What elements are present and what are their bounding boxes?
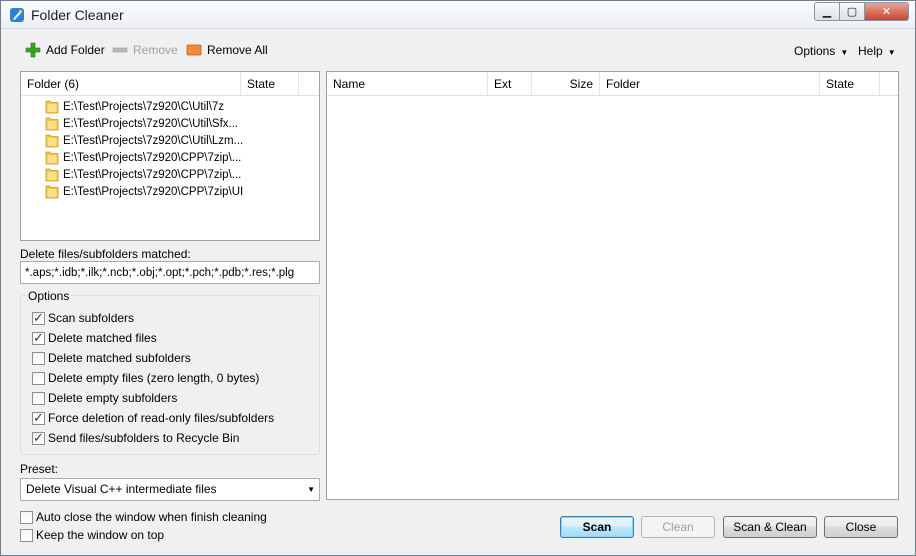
plus-icon	[25, 42, 41, 58]
minimize-icon: ▁	[822, 6, 832, 18]
option-label: Force deletion of read-only files/subfol…	[48, 411, 275, 425]
minimize-button[interactable]: ▁	[814, 2, 840, 21]
folder-item[interactable]: E:\Test\Projects\7z920\CPP\7zip\...	[45, 149, 241, 166]
folder-item[interactable]: E:\Test\Projects\7z920\C\Util\Lzm...	[45, 132, 243, 149]
checkbox[interactable]	[32, 330, 45, 346]
maximize-button[interactable]: ▢	[840, 2, 865, 21]
checkbox[interactable]	[32, 371, 45, 385]
option-label: Send files/subfolders to Recycle Bin	[48, 431, 240, 445]
option-delete-matched-files[interactable]: Delete matched files	[32, 330, 157, 346]
column-state[interactable]: State	[820, 72, 880, 96]
column-folder[interactable]: Folder (6)	[21, 72, 241, 96]
add-folder-label: Add Folder	[46, 43, 105, 57]
scan-button[interactable]: Scan	[560, 516, 634, 538]
option-label: Delete empty subfolders	[48, 391, 178, 405]
checkbox[interactable]	[32, 391, 45, 405]
chevron-down-icon: ▼	[840, 48, 849, 57]
checkbox[interactable]	[32, 310, 45, 326]
option-label: Delete matched subfolders	[48, 351, 191, 365]
folder-icon	[45, 133, 59, 148]
folder-list-header: Folder (6) State	[21, 72, 319, 96]
folder-icon	[45, 184, 59, 199]
checkbox[interactable]	[20, 528, 33, 542]
options-group-title: Options	[26, 289, 72, 303]
broom-icon	[9, 7, 25, 23]
remove-all-label: Remove All	[207, 43, 268, 57]
results-list[interactable]: Name Ext Size Folder State	[326, 71, 899, 500]
folder-item[interactable]: E:\Test\Projects\7z920\CPP\7zip\...	[45, 166, 241, 183]
window-title: Folder Cleaner	[31, 7, 124, 23]
folder-icon	[45, 150, 59, 165]
checkbox[interactable]	[20, 510, 33, 524]
option-label: Delete matched files	[48, 331, 157, 345]
chevron-down-icon: ▼	[887, 48, 896, 57]
remove-all-icon	[186, 42, 202, 58]
toolbar: Add Folder Remove Remove All Options ▼ He…	[1, 29, 915, 69]
option-delete-matched-subfolders[interactable]: Delete matched subfolders	[32, 351, 191, 365]
keep-on-top-label: Keep the window on top	[36, 528, 165, 542]
close-icon: ✕	[881, 6, 892, 18]
close-button[interactable]: Close	[824, 516, 898, 538]
column-state[interactable]: State	[241, 72, 299, 96]
folder-path: E:\Test\Projects\7z920\CPP\7zip\...	[63, 151, 242, 164]
auto-close-label: Auto close the window when finish cleani…	[36, 510, 267, 524]
remove-all-button[interactable]: Remove All	[186, 42, 268, 58]
preset-value: Delete Visual C++ intermediate files	[26, 482, 217, 496]
folder-path: E:\Test\Projects\7z920\CPP\7zip\...	[63, 168, 242, 181]
filter-label: Delete files/subfolders matched:	[20, 247, 191, 261]
folder-path: E:\Test\Projects\7z920\C\Util\7z	[63, 100, 225, 113]
option-delete-empty-files[interactable]: Delete empty files (zero length, 0 bytes…	[32, 371, 259, 385]
options-menu-label: Options	[794, 44, 836, 58]
dropdown-arrow-icon: ▼	[307, 485, 315, 494]
folder-path: E:\Test\Projects\7z920\CPP\7zip\UI	[63, 185, 244, 198]
help-menu-label: Help	[858, 44, 883, 58]
column-name[interactable]: Name	[327, 72, 488, 96]
close-window-button[interactable]: ✕	[865, 2, 909, 21]
remove-button[interactable]: Remove	[112, 42, 178, 58]
remove-label: Remove	[133, 43, 178, 57]
column-size[interactable]: Size	[532, 72, 600, 96]
preset-select[interactable]: Delete Visual C++ intermediate files ▼	[20, 478, 320, 501]
folder-list[interactable]: Folder (6) State E:\Test\Projects\7z920\…	[20, 71, 320, 241]
option-force-deletion[interactable]: Force deletion of read-only files/subfol…	[32, 410, 275, 426]
column-ext[interactable]: Ext	[488, 72, 532, 96]
folder-icon	[45, 99, 59, 114]
folder-item[interactable]: E:\Test\Projects\7z920\CPP\7zip\UI	[45, 183, 243, 200]
clean-button[interactable]: Clean	[641, 516, 715, 538]
option-label: Delete empty files (zero length, 0 bytes…	[48, 371, 260, 385]
add-folder-button[interactable]: Add Folder	[25, 42, 105, 58]
auto-close-option[interactable]: Auto close the window when finish cleani…	[20, 510, 267, 524]
option-delete-empty-subfolders[interactable]: Delete empty subfolders	[32, 391, 177, 405]
folder-icon	[45, 116, 59, 131]
title-bar: Folder Cleaner ▁ ▢ ✕	[1, 1, 915, 29]
checkbox[interactable]	[32, 351, 45, 365]
checkbox[interactable]	[32, 430, 45, 446]
folder-item[interactable]: E:\Test\Projects\7z920\C\Util\7z	[45, 98, 224, 115]
help-menu[interactable]: Help ▼	[858, 44, 896, 58]
checkbox[interactable]	[32, 410, 45, 426]
option-recycle-bin[interactable]: Send files/subfolders to Recycle Bin	[32, 430, 240, 446]
column-folder[interactable]: Folder	[600, 72, 820, 96]
folder-item[interactable]: E:\Test\Projects\7z920\C\Util\Sfx...	[45, 115, 238, 132]
filter-input[interactable]	[20, 261, 320, 284]
scan-and-clean-button[interactable]: Scan & Clean	[723, 516, 817, 538]
folder-path: E:\Test\Projects\7z920\C\Util\Sfx...	[63, 117, 239, 130]
caption-buttons: ▁ ▢ ✕	[814, 2, 909, 21]
keep-on-top-option[interactable]: Keep the window on top	[20, 528, 164, 542]
maximize-icon: ▢	[846, 6, 858, 18]
preset-label: Preset:	[20, 462, 59, 476]
option-label: Scan subfolders	[48, 311, 135, 325]
options-menu[interactable]: Options ▼	[794, 44, 848, 58]
option-scan-subfolders[interactable]: Scan subfolders	[32, 310, 135, 326]
folder-path: E:\Test\Projects\7z920\C\Util\Lzm...	[63, 134, 244, 147]
app-window: Folder Cleaner ▁ ▢ ✕ Add Folder Remove R…	[0, 0, 916, 556]
folder-icon	[45, 167, 59, 182]
results-list-header: Name Ext Size Folder State	[327, 72, 898, 96]
minus-icon	[112, 42, 128, 58]
